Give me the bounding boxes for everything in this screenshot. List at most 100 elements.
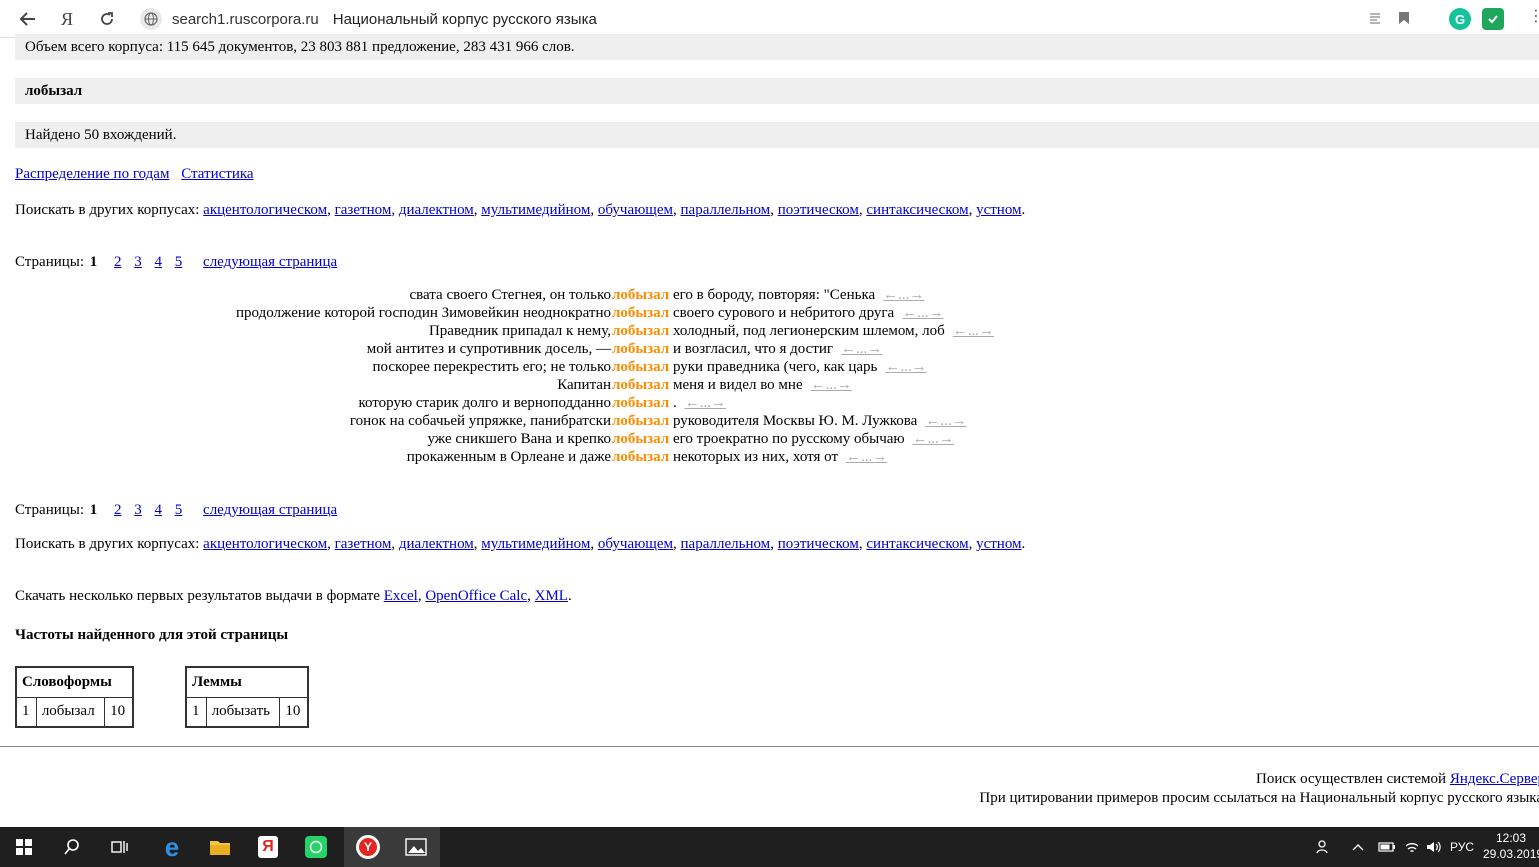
keyword[interactable]: лобызал bbox=[612, 377, 669, 393]
photos-app-icon[interactable] bbox=[392, 827, 440, 867]
download-calc-link[interactable]: OpenOffice Calc bbox=[425, 588, 527, 604]
corpus-link[interactable]: обучающем bbox=[598, 202, 673, 218]
page-link[interactable]: 2 bbox=[114, 502, 122, 518]
people-icon[interactable] bbox=[1316, 827, 1332, 867]
yandex-home-button[interactable]: Я bbox=[54, 6, 80, 32]
expand-context-link[interactable]: ←...→ bbox=[685, 395, 726, 411]
chevron-up-icon[interactable] bbox=[1352, 827, 1364, 867]
yandex-browser-icon[interactable]: Я bbox=[244, 827, 292, 867]
whatsapp-icon[interactable] bbox=[292, 827, 340, 867]
corpus-link[interactable]: акцентологическом bbox=[203, 536, 327, 552]
page-link[interactable]: 4 bbox=[155, 502, 163, 518]
corpus-link[interactable]: синтаксическом bbox=[866, 202, 968, 218]
statistics-link[interactable]: Статистика bbox=[181, 166, 253, 182]
keyword[interactable]: лобызал bbox=[612, 431, 669, 447]
corpus-link[interactable]: газетном bbox=[335, 202, 392, 218]
wordforms-table: Словоформы 1 лобызал 10 bbox=[15, 666, 134, 728]
grammarly-icon[interactable]: G bbox=[1449, 8, 1471, 30]
keyword[interactable]: лобызал bbox=[612, 287, 669, 303]
expand-context-link[interactable]: ←...→ bbox=[883, 287, 924, 303]
result-links: Распределение по годам Статистика bbox=[15, 166, 254, 183]
bookmark-icon[interactable] bbox=[1398, 11, 1410, 28]
expand-context-link[interactable]: ←...→ bbox=[925, 413, 966, 429]
corpus-link[interactable]: параллельном bbox=[681, 536, 771, 552]
expand-context-link[interactable]: ←...→ bbox=[885, 359, 926, 375]
corpus-link[interactable]: мультимедийном bbox=[481, 202, 590, 218]
corpus-link[interactable]: параллельном bbox=[681, 202, 771, 218]
keyword[interactable]: лобызал bbox=[612, 359, 669, 375]
file-explorer-icon[interactable] bbox=[196, 827, 244, 867]
next-page-link[interactable]: следующая страница bbox=[203, 254, 337, 270]
corpus-link[interactable]: акцентологическом bbox=[203, 202, 327, 218]
language-indicator[interactable]: РУС bbox=[1450, 827, 1474, 867]
count-cell: 10 bbox=[104, 696, 134, 728]
windows-start-icon[interactable] bbox=[0, 827, 48, 867]
clock-date: 29.03.2019 bbox=[1483, 847, 1539, 861]
current-page: 1 bbox=[89, 254, 98, 270]
expand-context-link[interactable]: ←...→ bbox=[902, 305, 943, 321]
corpus-link[interactable]: устном bbox=[976, 202, 1021, 218]
wordforms-header: Словоформы bbox=[15, 666, 134, 698]
battery-icon[interactable] bbox=[1378, 827, 1396, 867]
keyword[interactable]: лобызал bbox=[612, 305, 669, 321]
corpus-link[interactable]: диалектном bbox=[399, 536, 474, 552]
concordance-row: прокаженным в Орлеане и даже лобызал нек… bbox=[15, 448, 1539, 466]
right-context: своего сурового и небритого друга bbox=[672, 305, 895, 321]
concordance-row: которую старик долго и верноподданно лоб… bbox=[15, 394, 1539, 412]
corpus-link[interactable]: устном bbox=[976, 536, 1021, 552]
row-number: 1 bbox=[185, 696, 207, 728]
keyword[interactable]: лобызал bbox=[612, 341, 669, 357]
download-excel-link[interactable]: Excel bbox=[384, 588, 418, 604]
keyword[interactable]: лобызал bbox=[612, 395, 669, 411]
keyword[interactable]: лобызал bbox=[612, 449, 669, 465]
shield-check-icon[interactable] bbox=[1482, 8, 1504, 30]
reload-icon[interactable] bbox=[94, 6, 120, 32]
keyword[interactable]: лобызал bbox=[612, 413, 669, 429]
corpus-link[interactable]: газетном bbox=[335, 536, 392, 552]
clock[interactable]: 12:03 29.03.2019 bbox=[1483, 830, 1539, 862]
corpus-link[interactable]: диалектном bbox=[399, 202, 474, 218]
menu-icon[interactable]: ⋮ bbox=[1528, 6, 1539, 26]
lemmas-header: Леммы bbox=[185, 666, 309, 698]
keyword[interactable]: лобызал bbox=[612, 323, 669, 339]
page-link[interactable]: 3 bbox=[134, 254, 142, 270]
concordance-row: мой антитез и супротивник досель, — лобы… bbox=[15, 340, 1539, 358]
count-cell: 10 bbox=[279, 696, 309, 728]
page-link[interactable]: 5 bbox=[175, 254, 183, 270]
corpus-link[interactable]: поэтическом bbox=[778, 536, 859, 552]
page-link[interactable]: 5 bbox=[175, 502, 183, 518]
reader-mode-icon[interactable] bbox=[1368, 11, 1382, 28]
corpus-link[interactable]: синтаксическом bbox=[866, 536, 968, 552]
expand-context-link[interactable]: ←...→ bbox=[841, 341, 882, 357]
edge-icon[interactable]: e bbox=[148, 827, 196, 867]
download-xml-link[interactable]: XML bbox=[535, 588, 568, 604]
corpus-link[interactable]: обучающем bbox=[598, 536, 673, 552]
found-text: Найдено 50 вхождений. bbox=[25, 127, 177, 143]
corpus-link[interactable]: мультимедийном bbox=[481, 536, 590, 552]
concordance-row: свата своего Стегнея, он только лобызал … bbox=[15, 286, 1539, 304]
left-context: Праведник припадал к нему, bbox=[428, 323, 611, 339]
right-context: его троекратно по русскому обычаю bbox=[672, 431, 905, 447]
page-link[interactable]: 2 bbox=[114, 254, 122, 270]
yandex-server-link[interactable]: Яндекс.Сервер bbox=[1450, 771, 1539, 787]
page-link[interactable]: 4 bbox=[155, 254, 163, 270]
wifi-icon[interactable] bbox=[1404, 827, 1420, 867]
search-icon[interactable] bbox=[48, 827, 96, 867]
page-link[interactable]: 3 bbox=[134, 502, 142, 518]
by-years-link[interactable]: Распределение по годам bbox=[15, 166, 169, 182]
other-corpora-label: Поискать в других корпусах: bbox=[15, 202, 200, 218]
right-context: некоторых из них, хотя от bbox=[672, 449, 839, 465]
other-corpora-top: Поискать в других корпусах: акцентологич… bbox=[15, 202, 1026, 218]
corpus-link[interactable]: поэтическом bbox=[778, 202, 859, 218]
expand-context-link[interactable]: ←...→ bbox=[846, 449, 887, 465]
expand-context-link[interactable]: ←...→ bbox=[953, 323, 994, 339]
expand-context-link[interactable]: ←...→ bbox=[811, 377, 852, 393]
task-view-icon[interactable] bbox=[96, 827, 144, 867]
expand-context-link[interactable]: ←...→ bbox=[913, 431, 954, 447]
volume-icon[interactable] bbox=[1425, 827, 1441, 867]
back-arrow-icon[interactable] bbox=[15, 6, 41, 32]
address-bar[interactable]: search1.ruscorpora.ru Национальный корпу… bbox=[136, 5, 1426, 33]
yandex-browser-active-icon[interactable]: Y bbox=[344, 827, 392, 867]
next-page-link[interactable]: следующая страница bbox=[203, 502, 337, 518]
row-number: 1 bbox=[15, 696, 37, 728]
